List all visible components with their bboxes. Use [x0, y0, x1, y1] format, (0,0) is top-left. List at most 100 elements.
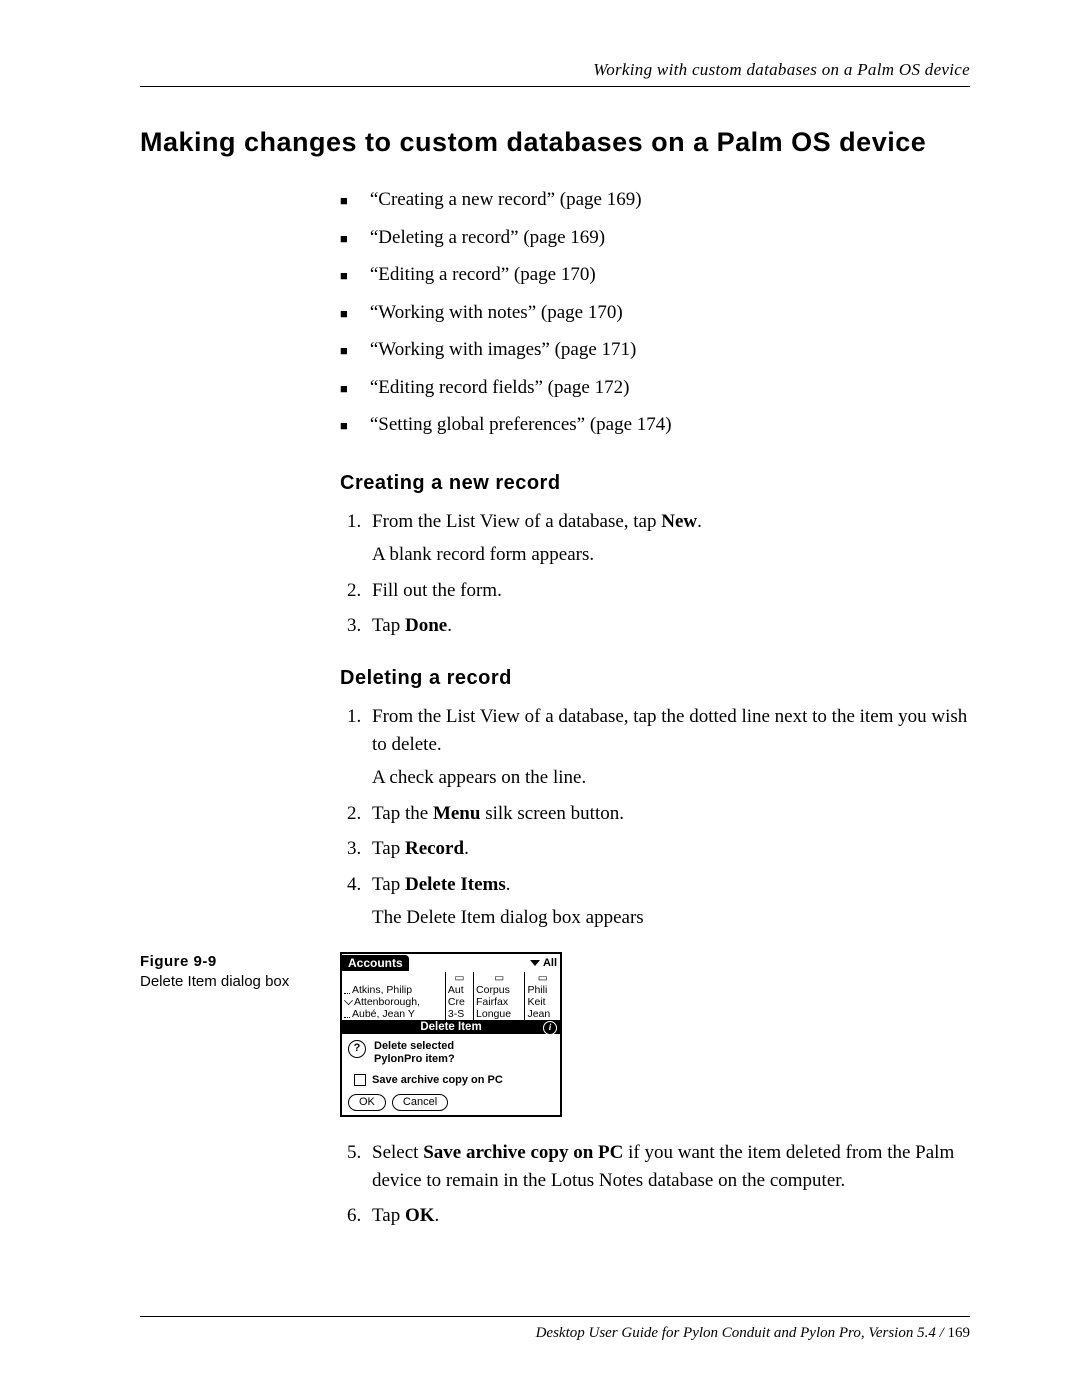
figure-row: Figure 9-9 Delete Item dialog box Accoun… [140, 952, 970, 1117]
palm-titlebar: Accounts All [342, 954, 560, 972]
step: From the List View of a database, tap th… [366, 703, 970, 792]
deleting-steps-cont: Select Save archive copy on PC if you wa… [340, 1139, 970, 1230]
bullet-square-icon: ■ [340, 266, 348, 287]
cell: Aut [445, 984, 473, 996]
page: Working with custom databases on a Palm … [0, 0, 1080, 1397]
toc-text: “Working with notes” (page 170) [370, 299, 623, 327]
toc-item: ■ “Working with images” (page 171) [340, 336, 970, 364]
step-text: . [464, 838, 469, 859]
cell: Corpus [474, 984, 525, 996]
step: Tap the Menu silk screen button. [366, 800, 970, 828]
body-column-cont: Select Save archive copy on PC if you wa… [340, 1139, 970, 1230]
ok-button[interactable]: OK [348, 1094, 386, 1111]
ui-term: Menu [433, 803, 481, 824]
step: Tap OK. [366, 1202, 970, 1230]
step-result: A check appears on the line. [372, 764, 970, 792]
figure-number: Figure 9-9 [140, 952, 340, 972]
section-title: Making changes to custom databases on a … [140, 127, 970, 158]
bullet-square-icon: ■ [340, 341, 348, 362]
footer-sep: / [936, 1325, 948, 1341]
step-result: A blank record form appears. [372, 541, 970, 569]
cell: Phili [525, 984, 560, 996]
question-icon: ? [348, 1040, 366, 1058]
step-text: . [435, 1205, 440, 1226]
ui-term: Done [405, 615, 447, 636]
step: Tap Record. [366, 835, 970, 863]
figure-image: Accounts All ▭▭▭ Atkins, Philip Aut Corp… [340, 952, 562, 1117]
step: Tap Delete Items. The Delete Item dialog… [366, 871, 970, 932]
ui-term: OK [405, 1205, 435, 1226]
cell: Longue [474, 1008, 525, 1020]
list-row[interactable]: Aubé, Jean Y 3-S Longue Jean [342, 1008, 560, 1020]
subhead-creating: Creating a new record [340, 469, 970, 498]
body-column: ■“Creating a new record” (page 169) ■ “De… [340, 186, 970, 932]
step-text: From the List View of a database, tap th… [372, 706, 967, 755]
page-footer: Desktop User Guide for Pylon Conduit and… [140, 1316, 970, 1342]
bullet-square-icon: ■ [340, 191, 348, 212]
dialog-title-text: Delete Item [420, 1021, 481, 1033]
palm-dialog-title: Delete Item i [342, 1020, 560, 1034]
header-rule [140, 86, 970, 87]
toc-text: “Working with images” (page 171) [370, 336, 637, 364]
checkmark-icon [344, 996, 353, 1005]
step-text: Tap [372, 874, 405, 895]
cell: Fairfax [474, 996, 525, 1008]
bullet-square-icon: ■ [340, 379, 348, 400]
dropdown-triangle-icon[interactable] [530, 960, 540, 966]
figure-caption: Delete Item dialog box [140, 972, 340, 992]
toc-text: “Setting global preferences” (page 174) [370, 411, 672, 439]
info-icon[interactable]: i [543, 1021, 557, 1035]
step-text: Tap [372, 838, 405, 859]
list-row[interactable]: Atkins, Philip Aut Corpus Phili [342, 984, 560, 996]
footer-text: Desktop User Guide for Pylon Conduit and… [536, 1325, 936, 1341]
bullet-square-icon: ■ [340, 416, 348, 437]
palm-list: ▭▭▭ Atkins, Philip Aut Corpus Phili Atte… [342, 972, 560, 1020]
ui-term: Save archive copy on PC [423, 1142, 623, 1163]
step-text: silk screen button. [480, 803, 624, 824]
step-text: From the List View of a database, tap [372, 511, 661, 532]
running-head: Working with custom databases on a Palm … [140, 60, 970, 80]
step-text: . [697, 511, 702, 532]
page-number: 169 [948, 1325, 971, 1341]
bullet-square-icon: ■ [340, 229, 348, 250]
step-text: Tap [372, 1205, 405, 1226]
cell: Attenborough, [354, 996, 420, 1008]
cell: Cre [445, 996, 473, 1008]
cancel-button[interactable]: Cancel [392, 1094, 448, 1111]
dialog-message: ? Delete selected PylonPro item? [348, 1040, 554, 1066]
step: Tap Done. [366, 612, 970, 640]
cell: Atkins, Philip [352, 984, 412, 996]
cell: Jean [525, 1008, 560, 1020]
footer-rule [140, 1316, 970, 1317]
cell: Aubé, Jean Y [352, 1008, 415, 1020]
step-text: Fill out the form. [372, 580, 502, 601]
bullet-square-icon: ■ [340, 304, 348, 325]
list-row[interactable]: Attenborough, Cre Fairfax Keit [342, 996, 560, 1008]
toc-text: “Deleting a record” (page 169) [370, 224, 605, 252]
step-text: Select [372, 1142, 423, 1163]
palm-dialog-mock: Accounts All ▭▭▭ Atkins, Philip Aut Corp… [340, 952, 562, 1117]
deleting-steps: From the List View of a database, tap th… [340, 703, 970, 932]
toc-item: ■ “Working with notes” (page 170) [340, 299, 970, 327]
toc-item: ■“Creating a new record” (page 169) [340, 186, 970, 214]
step: From the List View of a database, tap Ne… [366, 508, 970, 569]
step-text: Tap the [372, 803, 433, 824]
msg-line: PylonPro item? [374, 1053, 455, 1065]
figure-label: Figure 9-9 Delete Item dialog box [140, 952, 340, 1117]
ui-term: Record [405, 838, 464, 859]
subhead-deleting: Deleting a record [340, 664, 970, 693]
archive-option[interactable]: Save archive copy on PC [354, 1074, 554, 1086]
creating-steps: From the List View of a database, tap Ne… [340, 508, 970, 640]
step: Fill out the form. [366, 577, 970, 605]
step: Select Save archive copy on PC if you wa… [366, 1139, 970, 1194]
checkbox-icon[interactable] [354, 1074, 366, 1086]
step-result: The Delete Item dialog box appears [372, 904, 970, 932]
ui-term: New [661, 511, 697, 532]
palm-tab[interactable]: Accounts [342, 955, 409, 971]
toc-text: “Editing record fields” (page 172) [370, 374, 630, 402]
archive-label: Save archive copy on PC [372, 1074, 503, 1086]
toc-text: “Editing a record” (page 170) [370, 261, 596, 289]
palm-category[interactable]: All [543, 957, 560, 969]
step-text: Tap [372, 615, 405, 636]
step-text: . [506, 874, 511, 895]
